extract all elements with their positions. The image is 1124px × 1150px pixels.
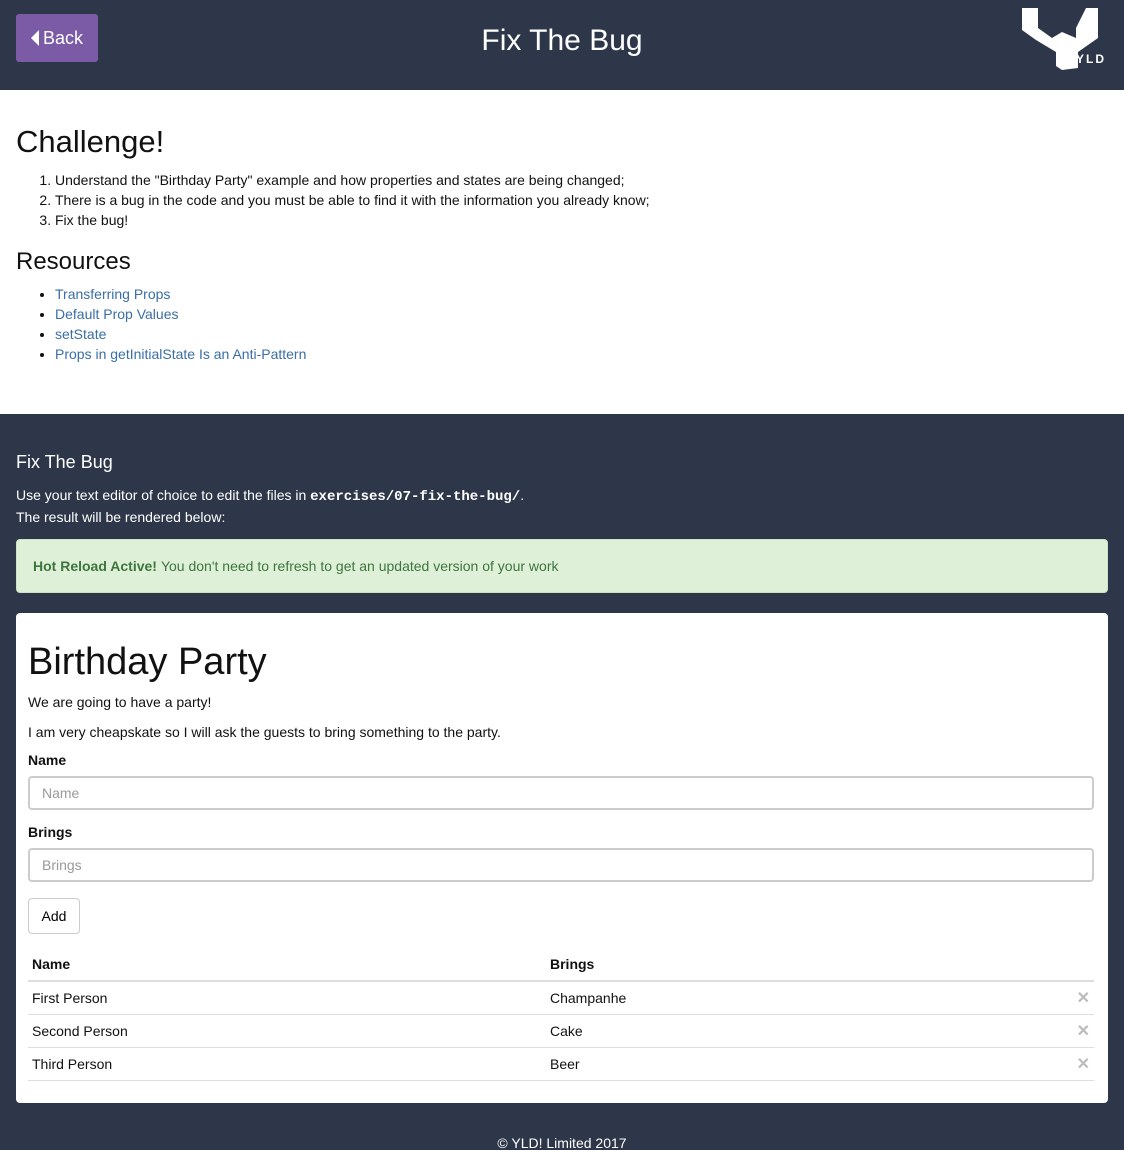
hot-reload-alert: Hot Reload Active! You don't need to ref… [16,539,1108,593]
challenge-item: Understand the "Birthday Party" example … [55,170,1108,190]
resource-link-props-antipattern[interactable]: Props in getInitialState Is an Anti-Patt… [55,346,306,362]
birthday-party-panel: Birthday Party We are going to have a pa… [16,613,1108,1103]
instructions-suffix: . [520,487,525,503]
alert-strong: Hot Reload Active! [33,558,157,574]
resource-item: Default Prop Values [55,304,1108,324]
footer-copyright: © YLD! Limited 2017 [497,1135,627,1150]
challenge-title: Challenge! [16,124,165,159]
top-bar: Back Fix The Bug YLD [0,0,1124,90]
guest-name: First Person [28,981,546,1015]
guest-brings: Cake [546,1014,1064,1048]
table-row: Second Person Cake ✕ [28,1014,1094,1048]
header-actions [1064,950,1094,982]
remove-cell: ✕ [1064,1014,1094,1048]
guest-name: Third Person [28,1047,546,1081]
resource-link-setstate[interactable]: setState [55,326,106,342]
remove-cell: ✕ [1064,1047,1094,1081]
remove-cell: ✕ [1064,981,1094,1015]
remove-icon[interactable]: ✕ [1077,990,1090,1007]
header-brings: Brings [546,950,1064,982]
header-name: Name [28,950,546,982]
alert-text: You don't need to refresh to get an upda… [160,558,559,574]
resource-item: Transferring Props [55,284,1108,304]
add-button[interactable]: Add [28,898,80,934]
exercise-instructions: Use your text editor of choice to edit t… [16,485,1108,507]
resources-title: Resources [16,248,131,275]
brings-input[interactable] [28,848,1094,882]
resources-list: Transferring Props Default Prop Values s… [16,284,1108,364]
exercise-section: Fix The Bug Use your text editor of choi… [0,414,1124,1150]
brings-label: Brings [28,824,73,840]
remove-icon[interactable]: ✕ [1077,1023,1090,1040]
challenge-section: Challenge! Understand the "Birthday Part… [0,90,1124,414]
logo-text: YLD [1076,52,1106,66]
name-label: Name [28,752,67,768]
resource-link-default-prop-values[interactable]: Default Prop Values [55,306,178,322]
table-header-row: Name Brings [28,950,1094,982]
guest-brings: Beer [546,1047,1064,1081]
exercise-result-note: The result will be rendered below: [16,509,226,525]
challenge-list: Understand the "Birthday Party" example … [16,170,1108,230]
resource-link-transferring-props[interactable]: Transferring Props [55,286,170,302]
name-input[interactable] [28,776,1094,810]
resource-item: setState [55,324,1108,344]
guest-brings: Champanhe [546,981,1064,1015]
challenge-item: Fix the bug! [55,210,1108,230]
instructions-prefix: Use your text editor of choice to edit t… [16,487,311,503]
party-intro: We are going to have a party! [28,694,212,710]
party-title: Birthday Party [28,641,267,683]
remove-icon[interactable]: ✕ [1077,1056,1090,1073]
party-description: I am very cheapskate so I will ask the g… [28,724,501,740]
guest-name: Second Person [28,1014,546,1048]
page-title: Fix The Bug [481,24,643,57]
guests-table: Name Brings First Person Champanhe ✕ Sec… [28,950,1094,1081]
exercise-path: exercises/07-fix-the-bug/ [310,489,521,505]
resource-item: Props in getInitialState Is an Anti-Patt… [55,344,1108,364]
table-row: Third Person Beer ✕ [28,1047,1094,1081]
exercise-title: Fix The Bug [16,452,113,472]
table-row: First Person Champanhe ✕ [28,981,1094,1015]
challenge-item: There is a bug in the code and you must … [55,190,1108,210]
